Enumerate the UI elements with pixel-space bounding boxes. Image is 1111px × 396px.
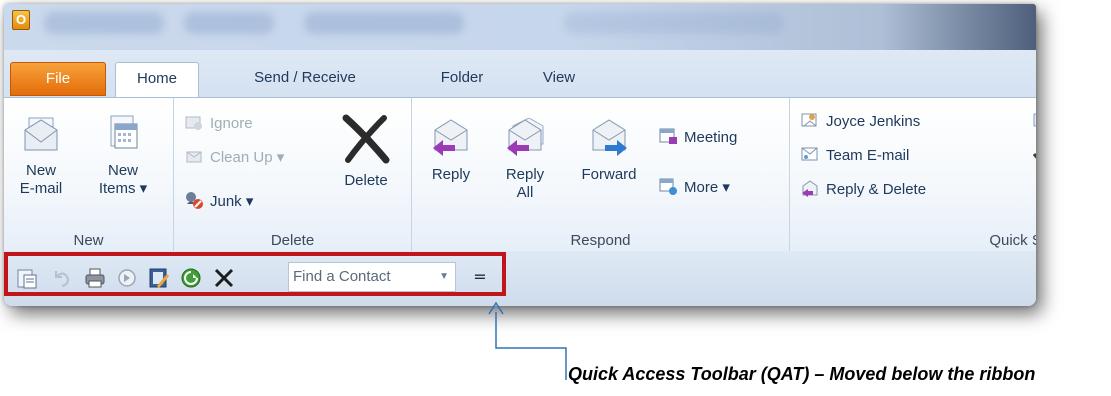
new-email-label-1: New (25, 162, 56, 179)
quick-step-team-email[interactable]: Team E-mail (800, 144, 909, 168)
team-email-icon (801, 147, 818, 161)
tab-home[interactable]: Home (115, 62, 199, 98)
junk-button[interactable]: Junk ▾ (184, 190, 253, 214)
ignore-label: Ignore (210, 115, 253, 132)
title-bar: O (4, 4, 1036, 50)
ignore-icon (185, 116, 202, 130)
quick-steps-partial-icons (1032, 113, 1036, 159)
delete-x-icon (342, 114, 390, 164)
forward-button[interactable]: Forward (572, 118, 646, 184)
forward-icon (592, 119, 627, 156)
quick-step-label: Reply & Delete (826, 181, 927, 198)
reply-delete-icon (802, 180, 818, 197)
calendar-icon (110, 115, 138, 149)
forward-to-manager-icon (801, 113, 817, 127)
group-delete-label: Delete (270, 232, 315, 249)
meeting-button[interactable]: Meeting (658, 126, 737, 150)
tab-send-receive[interactable]: Send / Receive (230, 62, 380, 96)
quick-step-label: Team E-mail (826, 147, 910, 164)
group-respond: Reply Reply All Forward Meeting More ▾ R… (412, 98, 790, 251)
group-respond-label: Respond (570, 232, 631, 249)
delete-label: Delete (344, 172, 388, 189)
reply-all-button[interactable]: Reply All (496, 118, 554, 202)
more-icon (659, 178, 677, 195)
new-email-label-2: E-mail (19, 180, 63, 197)
junk-label: Junk ▾ (210, 193, 254, 210)
tab-folder[interactable]: Folder (422, 62, 502, 96)
clean-up-icon (186, 151, 202, 163)
more-label: More ▾ (684, 179, 730, 196)
qat-highlight-box (4, 252, 506, 296)
group-quick-steps: Joyce Jenkins Team E-mail Reply & Delete… (790, 98, 1036, 251)
forward-label: Forward (581, 166, 637, 183)
reply-icon (433, 119, 468, 156)
reply-all-label-1: Reply (505, 166, 545, 183)
new-items-label-2: Items ▾ (98, 180, 148, 197)
reply-label: Reply (431, 166, 471, 183)
meeting-label: Meeting (684, 129, 738, 146)
reply-all-label-2: All (516, 184, 534, 201)
quick-step-joyce-jenkins[interactable]: Joyce Jenkins (800, 110, 920, 134)
junk-icon (186, 192, 203, 209)
quick-step-label: Joyce Jenkins (826, 113, 921, 130)
group-new: New E-mail New Items ▾ New (4, 98, 174, 251)
new-items-button[interactable]: New Items ▾ (88, 114, 158, 198)
reply-button[interactable]: Reply (422, 118, 480, 184)
delete-button[interactable]: Delete (330, 114, 402, 190)
reply-all-icon (507, 118, 544, 156)
clean-up-button[interactable]: Clean Up ▾ (184, 146, 284, 170)
new-email-icon (24, 117, 58, 151)
meeting-icon (659, 128, 677, 144)
tab-file[interactable]: File (10, 62, 106, 96)
outlook-app-icon[interactable]: O (12, 10, 30, 30)
group-quick-steps-label: Quick St (989, 232, 1036, 249)
clean-up-label: Clean Up ▾ (210, 149, 285, 166)
callout-arrow (488, 301, 567, 380)
more-button[interactable]: More ▾ (658, 176, 730, 200)
group-new-label: New (73, 232, 104, 249)
tab-view[interactable]: View (529, 62, 589, 96)
ignore-button[interactable]: Ignore (184, 112, 253, 136)
callout-caption: Quick Access Toolbar (QAT) – Moved below… (568, 364, 1036, 384)
ribbon-tab-bar: File Home Send / Receive Folder View (4, 50, 1036, 98)
quick-step-reply-delete[interactable]: Reply & Delete (800, 178, 926, 202)
new-items-label-1: New (107, 162, 138, 179)
screenshot-stage: O File Home Send / Receive Folder View N… (0, 0, 1111, 396)
group-delete: Ignore Clean Up ▾ Junk ▾ Delete Delete (174, 98, 412, 251)
ribbon: New E-mail New Items ▾ New Ignore Clean … (4, 97, 1036, 251)
new-email-button[interactable]: New E-mail (10, 114, 72, 198)
